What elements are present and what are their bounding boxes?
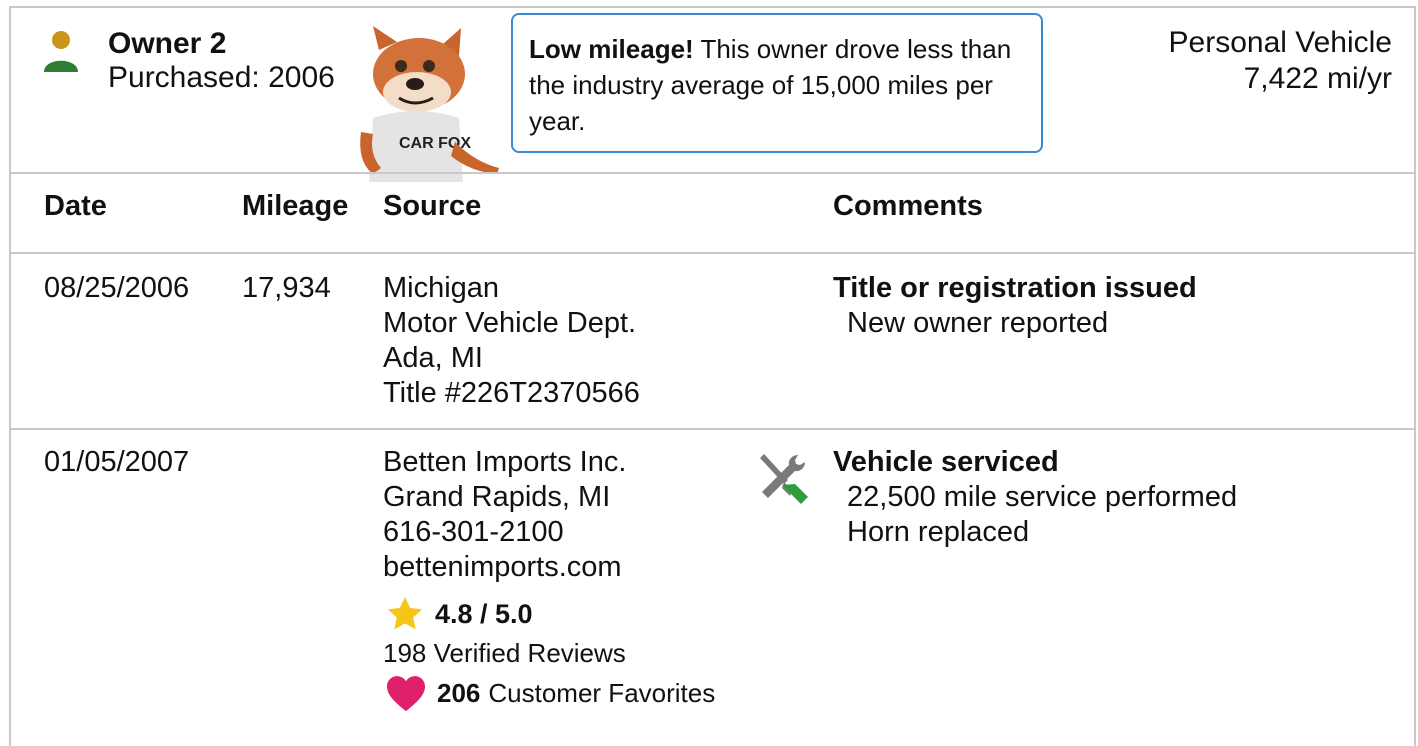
source-line: Betten Imports Inc. bbox=[383, 446, 627, 478]
row-divider bbox=[11, 428, 1416, 430]
comment-line: 22,500 mile service performed bbox=[847, 481, 1238, 513]
table-header-divider bbox=[11, 252, 1416, 254]
source-line: Motor Vehicle Dept. bbox=[383, 307, 637, 339]
source-link[interactable]: bettenimports.com bbox=[383, 550, 626, 585]
col-header-comments: Comments bbox=[833, 190, 983, 222]
row-mileage: 17,934 bbox=[242, 272, 331, 304]
owner-icon bbox=[44, 31, 78, 72]
col-header-source: Source bbox=[383, 190, 482, 222]
row-comments: Title or registration issued New owner r… bbox=[833, 271, 1197, 341]
miles-per-year: 7,422 mi/yr bbox=[1243, 62, 1392, 95]
heart-icon bbox=[387, 676, 425, 712]
vehicle-use-type: Personal Vehicle bbox=[1168, 26, 1392, 59]
comment-line: New owner reported bbox=[847, 307, 1109, 339]
owner-name: Owner 2 bbox=[108, 27, 227, 60]
star-icon bbox=[387, 597, 423, 630]
source-line: 616-301-2100 bbox=[383, 516, 564, 548]
dealer-rating[interactable]: 4.8 / 5.0 bbox=[385, 594, 533, 634]
favorites-label: Customer Favorites bbox=[488, 677, 716, 708]
header-divider bbox=[11, 172, 1416, 174]
owner-purchased: Purchased: 2006 bbox=[108, 61, 335, 94]
row-comments: Vehicle serviced 22,500 mile service per… bbox=[833, 445, 1237, 550]
source-line: Grand Rapids, MI bbox=[383, 481, 611, 513]
row-source: Michigan Motor Vehicle Dept. Ada, MI Tit… bbox=[383, 271, 640, 411]
comment-title: Title or registration issued bbox=[833, 272, 1197, 304]
service-wrench-icon bbox=[760, 454, 808, 504]
comment-title: Vehicle serviced bbox=[833, 446, 1059, 478]
source-line: Michigan bbox=[383, 272, 500, 304]
rating-score: 4.8 / 5.0 bbox=[435, 598, 533, 629]
customer-favorites[interactable]: 206 Customer Favorites bbox=[385, 674, 715, 712]
callout-highlight: Low mileage! bbox=[529, 34, 694, 64]
low-mileage-callout: Low mileage! This owner drove less than … bbox=[511, 13, 1043, 153]
favorites-count: 206 bbox=[437, 677, 481, 708]
owner-header: Owner 2 Purchased: 2006 CAR FOX Low mile… bbox=[11, 8, 1414, 182]
row-source: Betten Imports Inc. Grand Rapids, MI 616… bbox=[383, 445, 626, 585]
fox-mascot: CAR FOX bbox=[360, 26, 499, 182]
col-header-mileage: Mileage bbox=[242, 190, 349, 222]
row-date: 08/25/2006 bbox=[44, 272, 190, 304]
row-date: 01/05/2007 bbox=[44, 446, 190, 478]
col-header-date: Date bbox=[44, 190, 107, 222]
source-line: Ada, MI bbox=[383, 342, 483, 374]
source-line: Title #226T2370566 bbox=[383, 377, 640, 409]
verified-reviews-link[interactable]: 198 Verified Reviews bbox=[383, 638, 626, 669]
comment-line: Horn replaced bbox=[847, 516, 1030, 548]
